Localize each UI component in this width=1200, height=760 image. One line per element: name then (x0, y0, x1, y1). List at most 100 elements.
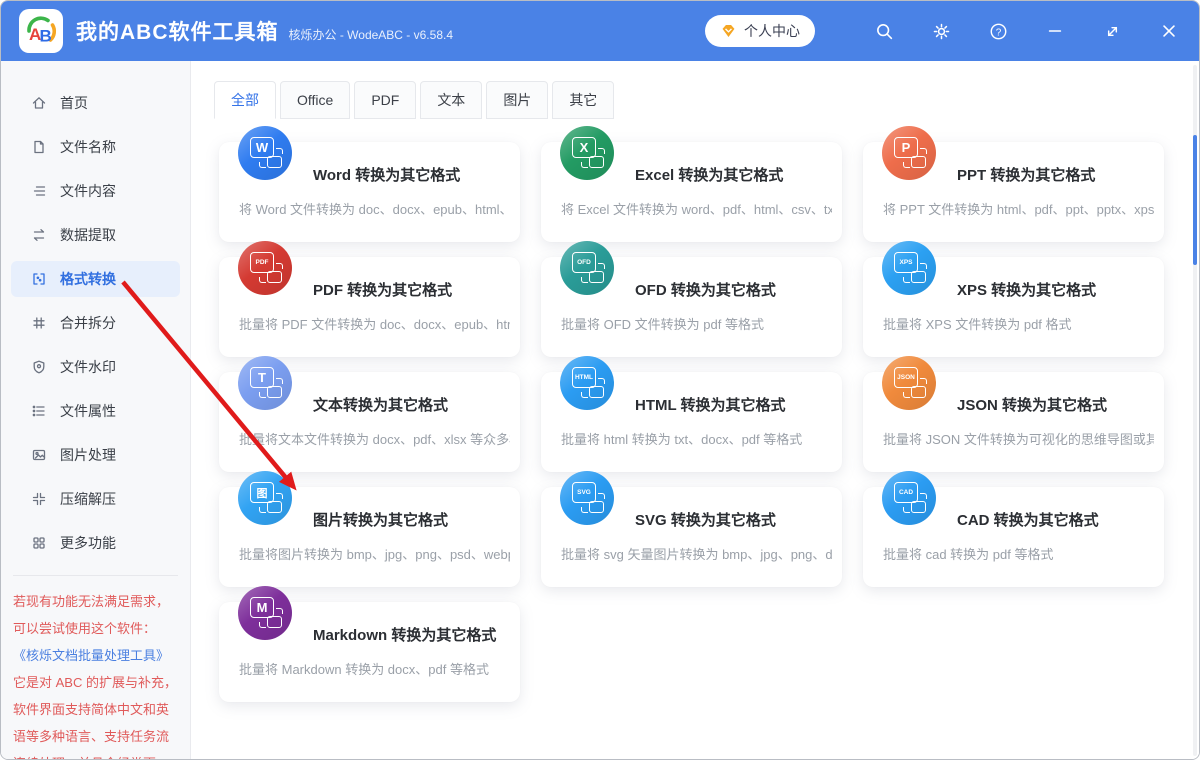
card-svg-convert[interactable]: SVG SVG 转换为其它格式 批量将 svg 矢量图片转换为 bmp、jpg、… (541, 487, 842, 587)
scrollbar-thumb[interactable] (1193, 135, 1197, 265)
card-text-convert[interactable]: T 文本转换为其它格式 批量将文本文件转换为 docx、pdf、xlsx 等众多… (219, 372, 520, 472)
sidebar-item-label: 首页 (60, 93, 88, 113)
text-convert-icon: T (238, 356, 292, 410)
image-icon (31, 447, 47, 463)
cad-convert-icon: CAD (882, 471, 936, 525)
card-desc: 将 Excel 文件转换为 word、pdf、html、csv、txt、xps … (561, 199, 832, 218)
card-xps-convert[interactable]: XPS XPS 转换为其它格式 批量将 XPS 文件转换为 pdf 格式 (863, 257, 1164, 357)
card-title: HTML 转换为其它格式 (635, 394, 786, 415)
account-center-button[interactable]: 个人中心 (705, 15, 815, 47)
excel-convert-icon: X (560, 126, 614, 180)
card-desc: 批量将图片转换为 bmp、jpg、png、psd、webp、gif 等 (239, 544, 510, 563)
card-title: PDF 转换为其它格式 (313, 279, 452, 300)
card-html-convert[interactable]: HTML HTML 转换为其它格式 批量将 html 转换为 txt、docx、… (541, 372, 842, 472)
card-title: JSON 转换为其它格式 (957, 394, 1107, 415)
swap-arrows-icon (31, 227, 47, 243)
tab-other[interactable]: 其它 (552, 81, 614, 119)
sidebar-item-label: 文件属性 (60, 401, 116, 421)
card-title: 图片转换为其它格式 (313, 509, 448, 530)
card-title: PPT 转换为其它格式 (957, 164, 1095, 185)
tab-all[interactable]: 全部 (214, 81, 276, 119)
sidebar-item-label: 文件内容 (60, 181, 116, 201)
card-ppt-convert[interactable]: P PPT 转换为其它格式 将 PPT 文件转换为 html、pdf、ppt、p… (863, 142, 1164, 242)
html-convert-icon: HTML (560, 356, 614, 410)
sidebar-item-file-name[interactable]: 文件名称 (11, 129, 180, 165)
help-icon[interactable]: ? (986, 19, 1010, 43)
tool-card-grid: W Word 转换为其它格式 将 Word 文件转换为 doc、docx、epu… (214, 119, 1199, 702)
sidebar-item-format-convert[interactable]: 格式转换 (11, 261, 180, 297)
home-icon (31, 95, 47, 111)
card-desc: 将 PPT 文件转换为 html、pdf、ppt、pptx、xps 等格式 (883, 199, 1154, 218)
category-tabs: 全部 Office PDF 文本 图片 其它 (214, 81, 1199, 119)
sidebar-note: 若现有功能无法满足需求，可以尝试使用这个软件： 《核烁文档批量处理工具》 它是对… (13, 575, 178, 760)
sidebar: 首页 文件名称 文件内容 数据提取 格式转换 合并拆分 (1, 61, 191, 760)
sidebar-item-home[interactable]: 首页 (11, 85, 180, 121)
card-desc: 将 Word 文件转换为 doc、docx、epub、html、pdf 等格式 (239, 199, 510, 218)
grid-icon (31, 535, 47, 551)
card-desc: 批量将 html 转换为 txt、docx、pdf 等格式 (561, 429, 832, 448)
minimize-icon[interactable] (1043, 19, 1067, 43)
maximize-icon[interactable] (1100, 19, 1124, 43)
account-center-label: 个人中心 (744, 21, 800, 41)
sidebar-item-data-extract[interactable]: 数据提取 (11, 217, 180, 253)
card-desc: 批量将 OFD 文件转换为 pdf 等格式 (561, 314, 832, 333)
search-icon[interactable] (872, 19, 896, 43)
sidebar-item-watermark[interactable]: 文件水印 (11, 349, 180, 385)
ppt-convert-icon: P (882, 126, 936, 180)
hash-icon (31, 315, 47, 331)
sidebar-item-file-props[interactable]: 文件属性 (11, 393, 180, 429)
tab-image[interactable]: 图片 (486, 81, 548, 119)
image-convert-icon: 图 (238, 471, 292, 525)
file-icon (31, 139, 47, 155)
card-desc: 批量将文本文件转换为 docx、pdf、xlsx 等众多格式 (239, 429, 510, 448)
svg-text:?: ? (995, 27, 1001, 38)
sidebar-item-label: 图片处理 (60, 445, 116, 465)
card-title: Word 转换为其它格式 (313, 164, 460, 185)
settings-gear-icon[interactable] (929, 19, 953, 43)
card-desc: 批量将 cad 转换为 pdf 等格式 (883, 544, 1154, 563)
note-text-2: 它是对 ABC 的扩展与补充，软件界面支持简体中文和英语等多种语言、支持任务流连… (13, 675, 177, 760)
card-image-convert[interactable]: 图 图片转换为其它格式 批量将图片转换为 bmp、jpg、png、psd、web… (219, 487, 520, 587)
card-pdf-convert[interactable]: PDF PDF 转换为其它格式 批量将 PDF 文件转换为 doc、docx、e… (219, 257, 520, 357)
sidebar-item-file-content[interactable]: 文件内容 (11, 173, 180, 209)
scrollbar-track[interactable] (1193, 65, 1197, 756)
sidebar-item-more[interactable]: 更多功能 (11, 525, 180, 561)
tab-pdf[interactable]: PDF (354, 81, 416, 119)
close-icon[interactable] (1157, 19, 1181, 43)
card-json-convert[interactable]: JSON JSON 转换为其它格式 批量将 JSON 文件转换为可视化的思维导图… (863, 372, 1164, 472)
tab-office[interactable]: Office (280, 81, 350, 119)
card-excel-convert[interactable]: X Excel 转换为其它格式 将 Excel 文件转换为 word、pdf、h… (541, 142, 842, 242)
tab-text[interactable]: 文本 (420, 81, 482, 119)
card-word-convert[interactable]: W Word 转换为其它格式 将 Word 文件转换为 doc、docx、epu… (219, 142, 520, 242)
sidebar-item-label: 格式转换 (60, 269, 116, 289)
sidebar-item-image-process[interactable]: 图片处理 (11, 437, 180, 473)
markdown-convert-icon: M (238, 586, 292, 640)
vip-gem-icon (720, 23, 737, 39)
main-content: 全部 Office PDF 文本 图片 其它 W Word 转换为其它格式 将 … (191, 61, 1199, 760)
card-desc: 批量将 JSON 文件转换为可视化的思维导图或其它格式 (883, 429, 1154, 448)
sidebar-item-label: 文件水印 (60, 357, 116, 377)
svg-convert-icon: SVG (560, 471, 614, 525)
card-title: Markdown 转换为其它格式 (313, 624, 496, 645)
word-convert-icon: W (238, 126, 292, 180)
note-link[interactable]: 《核烁文档批量处理工具》 (13, 648, 169, 663)
app-title: 我的ABC软件工具箱 (76, 16, 279, 46)
xps-convert-icon: XPS (882, 241, 936, 295)
shield-icon (31, 359, 47, 375)
sidebar-item-merge-split[interactable]: 合并拆分 (11, 305, 180, 341)
note-text-1: 若现有功能无法满足需求，可以尝试使用这个软件： (13, 594, 169, 636)
app-logo-icon: A B (19, 9, 63, 53)
properties-list-icon (31, 403, 47, 419)
card-desc: 批量将 svg 矢量图片转换为 bmp、jpg、png、docx 等格式 (561, 544, 832, 563)
card-ofd-convert[interactable]: OFD OFD 转换为其它格式 批量将 OFD 文件转换为 pdf 等格式 (541, 257, 842, 357)
card-desc: 批量将 PDF 文件转换为 doc、docx、epub、html、txt 等 (239, 314, 510, 333)
app-subtitle: 核烁办公 - WodeABC - v6.58.4 (289, 26, 454, 43)
sidebar-item-label: 压缩解压 (60, 489, 116, 509)
json-convert-icon: JSON (882, 356, 936, 410)
card-title: SVG 转换为其它格式 (635, 509, 776, 530)
sidebar-item-label: 更多功能 (60, 533, 116, 553)
card-cad-convert[interactable]: CAD CAD 转换为其它格式 批量将 cad 转换为 pdf 等格式 (863, 487, 1164, 587)
sidebar-item-compress[interactable]: 压缩解压 (11, 481, 180, 517)
card-title: Excel 转换为其它格式 (635, 164, 783, 185)
card-markdown-convert[interactable]: M Markdown 转换为其它格式 批量将 Markdown 转换为 docx… (219, 602, 520, 702)
